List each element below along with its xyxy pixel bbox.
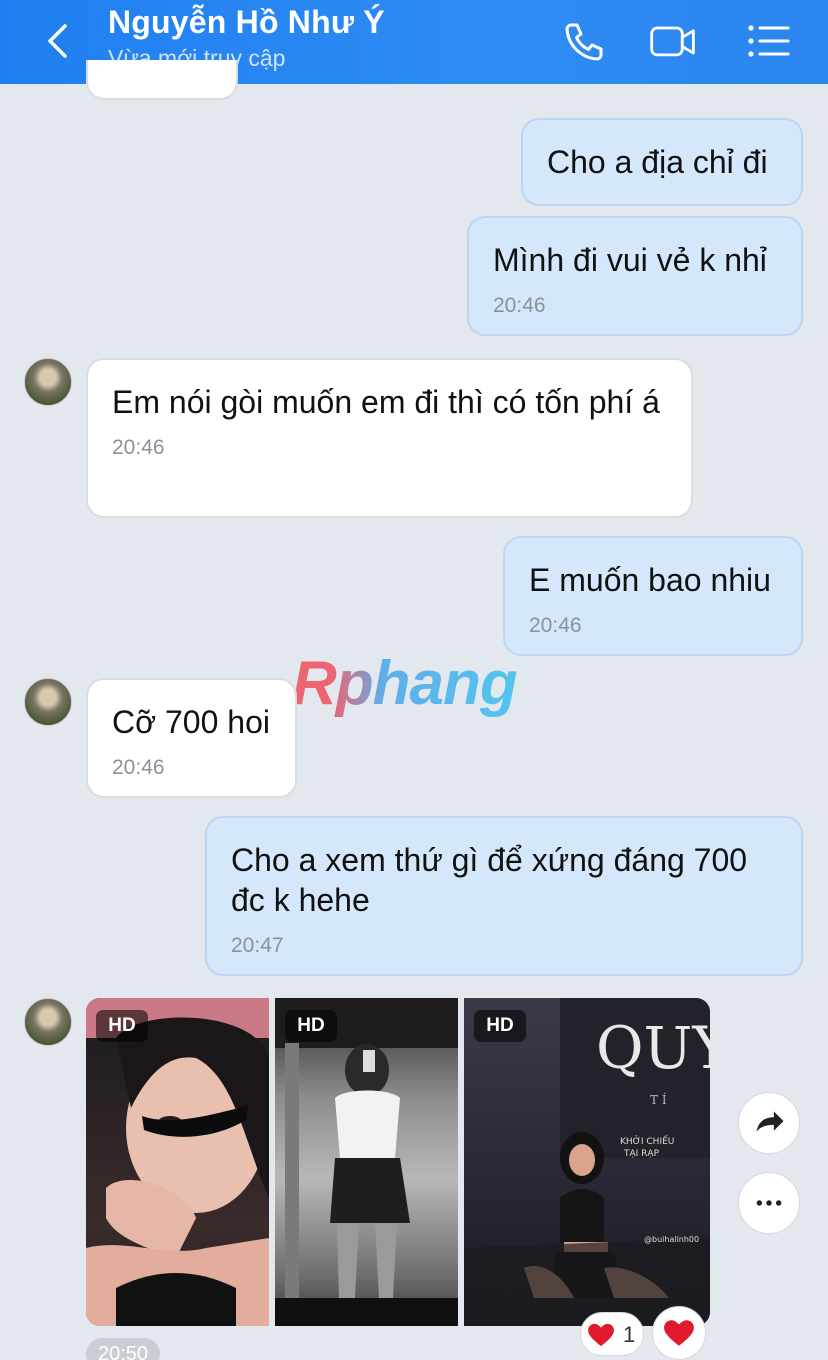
svg-text:TẠI RẠP: TẠI RẠP (623, 1149, 660, 1159)
ellipsis-icon (756, 1200, 782, 1206)
message-text: Em nói gòi muốn em đi thì có tốn phí á (112, 384, 660, 420)
video-call-button[interactable] (648, 18, 698, 64)
message-time: 20:47 (231, 934, 284, 957)
message-bubble-outgoing[interactable]: Cho a địa chỉ đi (521, 118, 803, 206)
heart-reaction-button[interactable] (652, 1306, 706, 1360)
message-bubble-outgoing[interactable]: Mình đi vui vẻ k nhỉ 20:46 (467, 216, 803, 336)
hd-badge: HD (96, 1010, 148, 1042)
phone-icon (565, 23, 603, 61)
video-camera-icon (650, 26, 695, 57)
svg-text:T Í: T Í (650, 1092, 667, 1107)
menu-button[interactable] (744, 18, 794, 64)
photo-thumbnail[interactable]: QUY T Í KHỞI CHIẾU TẠI RẠP @buihalinh00 … (464, 998, 710, 1326)
photo-thumbnail[interactable]: HD (86, 998, 269, 1326)
poster-title-text: QUY (596, 1014, 710, 1082)
message-bubble-incoming[interactable]: Cỡ 700 hoi 20:46 (86, 678, 297, 798)
message-text: E muốn bao nhiu (529, 562, 771, 598)
voice-call-button[interactable] (558, 18, 608, 64)
message-time: 20:46 (529, 614, 582, 637)
forward-arrow-icon (756, 1111, 784, 1132)
hd-badge: HD (285, 1010, 337, 1042)
message-time: 20:50 (97, 1343, 149, 1360)
message-text: Cho a địa chỉ đi (547, 144, 768, 180)
photo-image: QUY T Í KHỞI CHIẾU TẠI RẠP @buihalinh00 (464, 998, 710, 1326)
previous-message-bubble[interactable] (86, 60, 238, 100)
back-button[interactable] (36, 18, 82, 64)
contact-name: Nguyễn Hồ Như Ý (108, 4, 385, 40)
photo-image (86, 998, 269, 1326)
chevron-left-icon (48, 24, 67, 58)
svg-text:KHỞI CHIẾU: KHỞI CHIẾU (620, 1135, 674, 1147)
more-options-button[interactable] (738, 1172, 800, 1234)
message-time: 20:46 (112, 756, 165, 779)
message-text: Cho a xem thứ gì để xứng đáng 700 đc k h… (231, 842, 748, 918)
reaction-count: 1 (623, 1322, 636, 1347)
watermark: Rphang (292, 649, 518, 718)
avatar[interactable] (24, 998, 72, 1046)
photo-image (275, 998, 458, 1326)
photo-time-badge: 20:50 (86, 1338, 160, 1360)
list-menu-icon (748, 25, 790, 57)
heart-icon (588, 1323, 614, 1347)
message-time: 20:46 (112, 436, 165, 459)
message-bubble-incoming[interactable]: Em nói gòi muốn em đi thì có tốn phí á 2… (86, 358, 693, 518)
photo-thumbnail[interactable]: HD (275, 998, 458, 1326)
message-text: Cỡ 700 hoi (112, 704, 270, 740)
heart-icon (664, 1320, 694, 1346)
forward-button[interactable] (738, 1092, 800, 1154)
message-time: 20:46 (493, 294, 546, 317)
reaction-summary[interactable]: 1 (580, 1312, 644, 1356)
avatar[interactable] (24, 358, 72, 406)
message-bubble-outgoing[interactable]: E muốn bao nhiu 20:46 (503, 536, 803, 656)
avatar[interactable] (24, 678, 72, 726)
message-text: Mình đi vui vẻ k nhỉ (493, 242, 767, 278)
hd-badge: HD (474, 1010, 526, 1042)
photo-tag-text: @buihalinh00 (644, 1235, 699, 1244)
message-bubble-outgoing[interactable]: Cho a xem thứ gì để xứng đáng 700 đc k h… (205, 816, 803, 976)
